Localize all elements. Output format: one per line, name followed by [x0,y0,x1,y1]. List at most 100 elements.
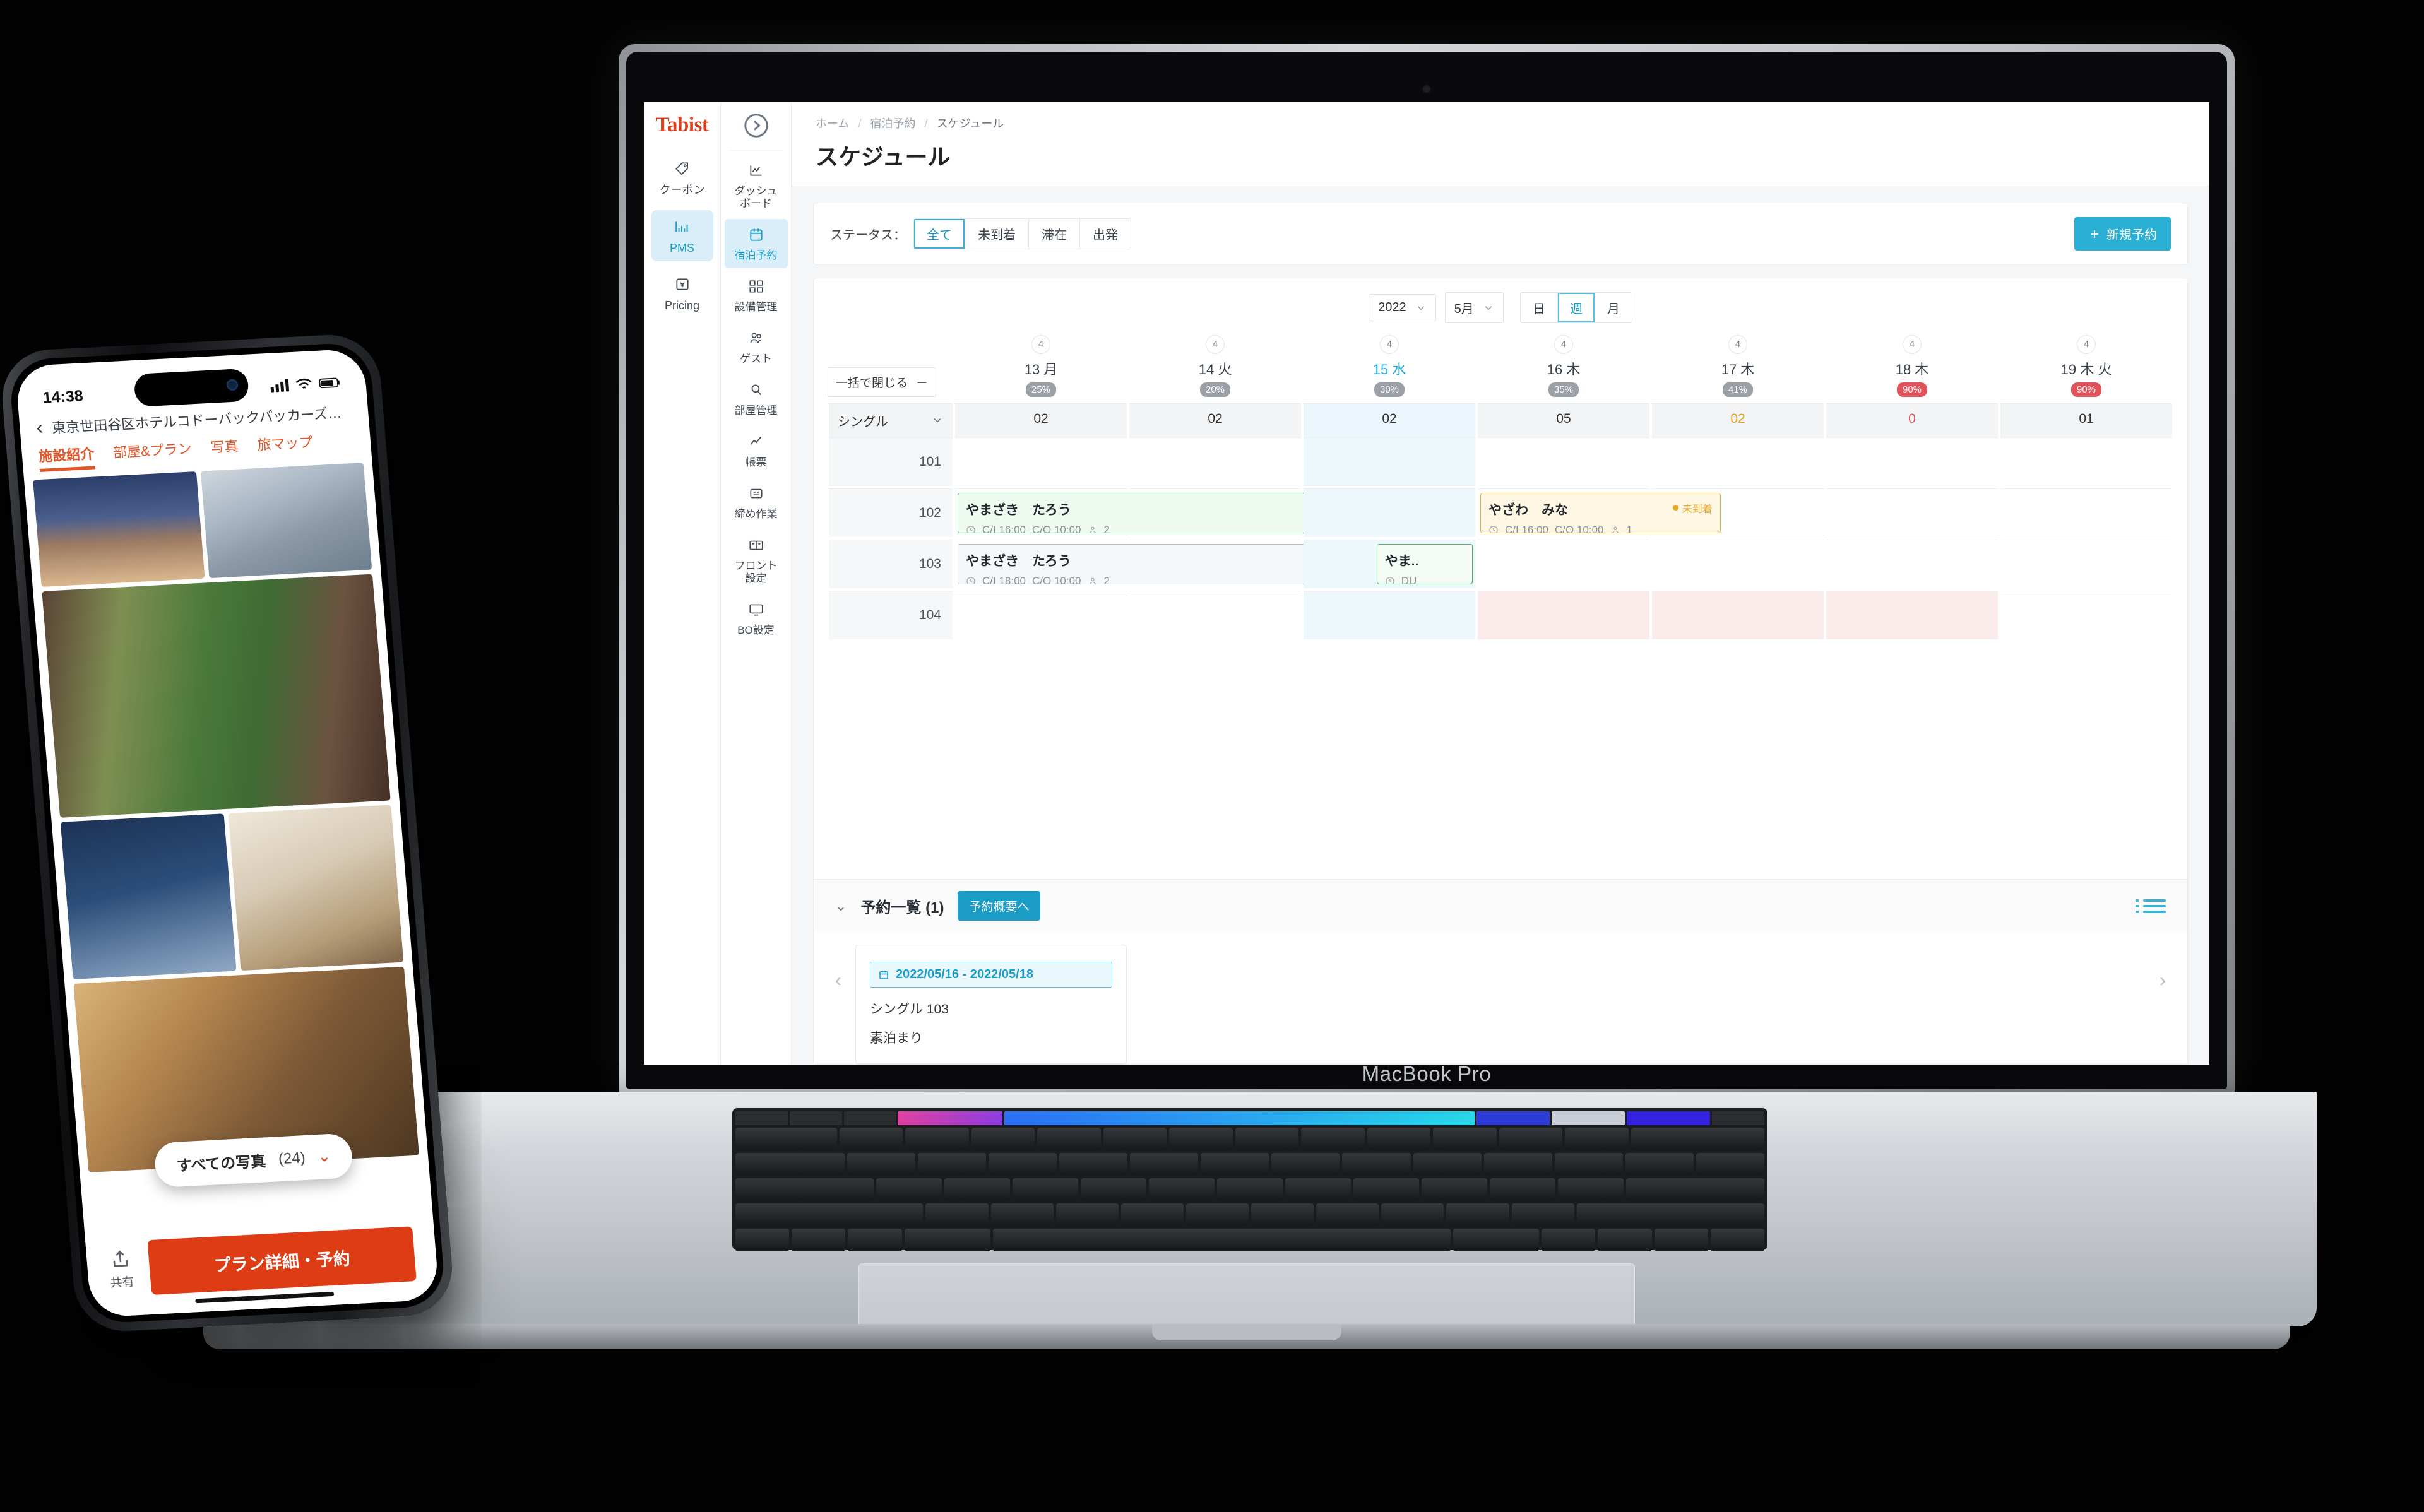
calendar-slot[interactable] [1129,539,1301,588]
day-header-today[interactable]: 4 15 水 30% [1302,329,1476,403]
room-type-selector[interactable]: シングル [829,403,953,437]
day-header[interactable]: 4 14 火 20% [1128,329,1302,403]
collapse-chevron-icon[interactable]: ⌄ [835,898,847,914]
phone-tab-travel-map[interactable]: 旅マップ [256,431,314,460]
status-filter-not-arrived[interactable]: 未到着 [965,219,1029,249]
phone-tab-photos[interactable]: 写真 [210,435,239,463]
nav-item-dashboard[interactable]: ダッシュ ボード [725,155,788,216]
calendar-slot[interactable] [955,590,1127,639]
phone-tab-facility[interactable]: 施設紹介 [37,442,96,472]
nav-item-bo-settings[interactable]: BO設定 [725,594,788,643]
nav-item-closing[interactable]: 締め作業 [725,478,788,527]
trackpad[interactable] [858,1263,1635,1324]
calendar-slot[interactable] [1129,437,1301,486]
share-button[interactable]: 共有 [107,1247,134,1291]
photo-thumbnail-winter-onsen[interactable] [60,813,237,980]
month-select[interactable]: 5月 [1444,292,1504,323]
day-header[interactable]: 4 17 木 41% [1651,329,1825,403]
calendar-slot[interactable] [1652,437,1824,486]
yen-calendar-icon [675,278,689,290]
calendar-slot[interactable] [1304,437,1475,486]
nav-item-booking[interactable]: 宿泊予約 [724,219,788,269]
status-filter-all[interactable]: 全て [914,219,965,249]
calendar-slot[interactable] [2000,590,2172,639]
view-month[interactable]: 月 [1595,293,1632,322]
calendar-slot[interactable]: やまざき たろう C/I 18:00 C/O 10:00 2 [955,539,1468,588]
view-week[interactable]: 週 [1558,293,1595,322]
touch-bar[interactable] [735,1111,1764,1125]
breadcrumb-home[interactable]: ホーム [816,117,849,130]
calendar-slot[interactable] [1652,539,1824,588]
bulk-close-select[interactable]: 一括で閉じる － [828,367,936,397]
calendar-slot[interactable] [1826,437,1998,486]
calendar-slot-blocked[interactable] [1652,590,1824,639]
keyboard-row [735,1229,1764,1251]
day-header[interactable]: 4 13 月 25% [954,329,1128,403]
calendar-slot[interactable] [1478,437,1649,486]
calendar-slot[interactable] [1129,488,1301,537]
day-header[interactable]: 4 19 木 火 90% [1999,329,2173,403]
inventory-cell[interactable]: 0 [1826,403,1998,437]
year-value: 2022 [1378,300,1406,314]
calendar-slot[interactable] [1826,539,1998,588]
breadcrumb-level2[interactable]: 宿泊予約 [870,117,916,130]
reservation-list-card[interactable]: 2022/05/16 - 2022/05/18 シングル 103 素泊まり [855,945,1127,1064]
reservation-card-dayuse[interactable]: やま.. DU [1376,543,1473,584]
calendar-slot[interactable] [1478,539,1649,588]
nav-item-reports[interactable]: 帳票 [725,426,788,475]
calendar-slot[interactable] [2000,539,2172,588]
status-filter-staying[interactable]: 滞在 [1029,219,1080,249]
inventory-cell[interactable]: 02 [955,403,1127,437]
status-filter-departed[interactable]: 出発 [1080,219,1131,249]
photo-thumbnail-hotel-exterior[interactable] [33,471,205,588]
reservation-overview-button[interactable]: 予約概要へ [958,891,1041,921]
calendar-slot[interactable] [1304,590,1475,639]
inventory-cell[interactable]: 02 [1129,403,1301,437]
nav-item-guests[interactable]: ゲスト [725,322,788,372]
inventory-cell[interactable]: 02 [1304,403,1475,437]
rail-item-pricing[interactable]: Pricing [651,268,713,319]
reservation-checkout: C/O 10:00 [1555,523,1604,533]
list-view-icon[interactable] [2136,899,2166,913]
calendar-slot[interactable]: やま.. DU [1304,539,1475,588]
rail-item-pms[interactable]: PMS [651,210,713,262]
calendar-slot-blocked[interactable] [1478,590,1649,639]
photo-thumbnail-twin-room[interactable] [228,805,404,971]
photo-thumbnail-guest-lounge[interactable] [200,463,372,579]
all-photos-button[interactable]: すべての写真 (24) ⌄ [153,1133,354,1188]
new-reservation-button[interactable]: 新規予約 [2074,217,2171,251]
rail-item-coupon[interactable]: クーポン [651,152,713,204]
calendar-slot[interactable] [2000,437,2172,486]
rail-item-coupon-label: クーポン [659,184,705,196]
calendar-slot[interactable] [1304,488,1475,537]
day-room-count: 4 [1031,334,1050,354]
calendar-slot[interactable]: やざわ みな C/I 16:00 C/O 10:00 1 未到着 [1478,488,1721,537]
plan-detail-booking-button[interactable]: プラン詳細・予約 [147,1226,417,1295]
keyboard[interactable] [732,1108,1768,1251]
calendar-slot[interactable] [1652,488,1824,537]
collapse-toggle[interactable] [742,111,771,140]
inventory-cell[interactable]: 01 [2000,403,2172,437]
chevron-left-icon[interactable]: ‹ [35,416,44,439]
calendar-slot-blocked[interactable] [1826,590,1998,639]
scroll-left-icon[interactable]: ‹ [833,945,844,1017]
calendar-slot[interactable] [1129,590,1301,639]
calendar-slot[interactable] [955,437,1127,486]
inventory-cell[interactable]: 05 [1478,403,1649,437]
view-day[interactable]: 日 [1521,293,1558,322]
scroll-right-icon[interactable]: › [2157,945,2168,1017]
inventory-cell[interactable]: 02 [1652,403,1824,437]
nav-item-facility[interactable]: 設備管理 [725,271,788,320]
nav-item-front-settings[interactable]: フロント 設定 [725,529,788,591]
calendar-slot[interactable] [2000,488,2172,537]
reservation-list-title: 予約一覧 (1) [860,899,944,916]
phone-tab-rooms-plans[interactable]: 部屋&プラン [112,437,193,468]
nav-item-rooms[interactable]: 部屋管理 [725,374,788,423]
calendar-slot[interactable] [1826,488,1998,537]
year-select[interactable]: 2022 [1369,294,1436,321]
photo-thumbnail-room-view[interactable] [42,574,391,818]
day-header[interactable]: 4 16 木 35% [1476,329,1651,403]
day-header[interactable]: 4 18 木 90% [1825,329,1999,403]
calendar-slot[interactable]: やまざき たろう C/I 16:00 C/O 10:00 2 [955,488,1468,537]
nav-item-front-settings-label: フロント 設定 [734,560,778,585]
